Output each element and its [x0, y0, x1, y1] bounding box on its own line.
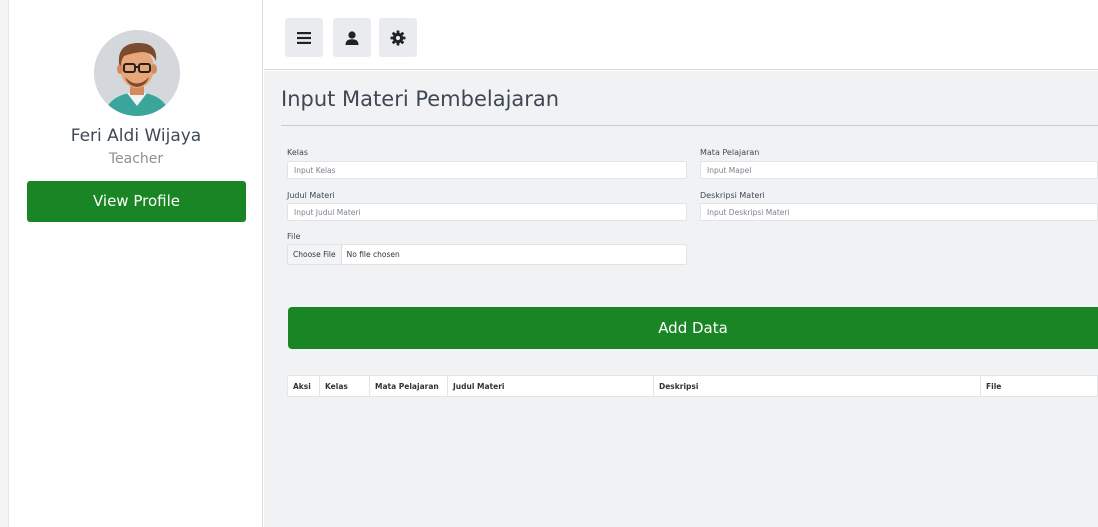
file-input[interactable]: Choose File No file chosen: [287, 244, 687, 265]
judul-input[interactable]: [287, 203, 687, 221]
deskripsi-input[interactable]: [700, 203, 1098, 221]
column-header-aksi: Aksi: [287, 375, 320, 397]
user-button[interactable]: [333, 18, 371, 57]
column-header-kelas: Kelas: [319, 375, 370, 397]
mapel-label: Mata Pelajaran: [700, 148, 760, 157]
avatar-illustration: [94, 30, 180, 116]
top-toolbar: [264, 0, 1098, 70]
settings-button[interactable]: [379, 18, 417, 57]
deskripsi-label: Deskripsi Materi: [700, 191, 765, 200]
profile-role: Teacher: [108, 151, 164, 167]
sidebar: Feri Aldi Wijaya Teacher View Profile: [9, 0, 263, 527]
column-header-judul: Judul Materi: [447, 375, 654, 397]
judul-label: Judul Materi: [287, 191, 335, 200]
gear-icon: [390, 30, 406, 45]
menu-button[interactable]: [285, 18, 323, 57]
file-label: File: [287, 232, 301, 241]
kelas-input[interactable]: [287, 161, 687, 179]
materi-table: Aksi Kelas Mata Pelajaran Judul Materi D…: [287, 375, 1098, 397]
left-edge-strip: [0, 0, 9, 527]
column-header-mapel: Mata Pelajaran: [369, 375, 448, 397]
menu-icon: [297, 31, 311, 44]
column-header-file: File: [980, 375, 1098, 397]
profile-name: Feri Aldi Wijaya: [70, 126, 202, 146]
mapel-input[interactable]: [700, 161, 1098, 179]
kelas-label: Kelas: [287, 148, 309, 157]
view-profile-button[interactable]: View Profile: [27, 181, 246, 222]
choose-file-button[interactable]: Choose File: [288, 245, 342, 264]
add-data-button[interactable]: Add Data: [288, 307, 1098, 349]
page-title: Input Materi Pembelajaran: [281, 87, 560, 111]
table-header-row: Aksi Kelas Mata Pelajaran Judul Materi D…: [287, 375, 1098, 397]
main-content: Input Materi Pembelajaran Kelas Mata Pel…: [264, 71, 1098, 527]
avatar: [94, 30, 180, 116]
file-status: No file chosen: [346, 250, 400, 259]
user-icon: [345, 30, 359, 45]
column-header-deskripsi: Deskripsi: [653, 375, 981, 397]
title-divider: [281, 125, 1098, 126]
